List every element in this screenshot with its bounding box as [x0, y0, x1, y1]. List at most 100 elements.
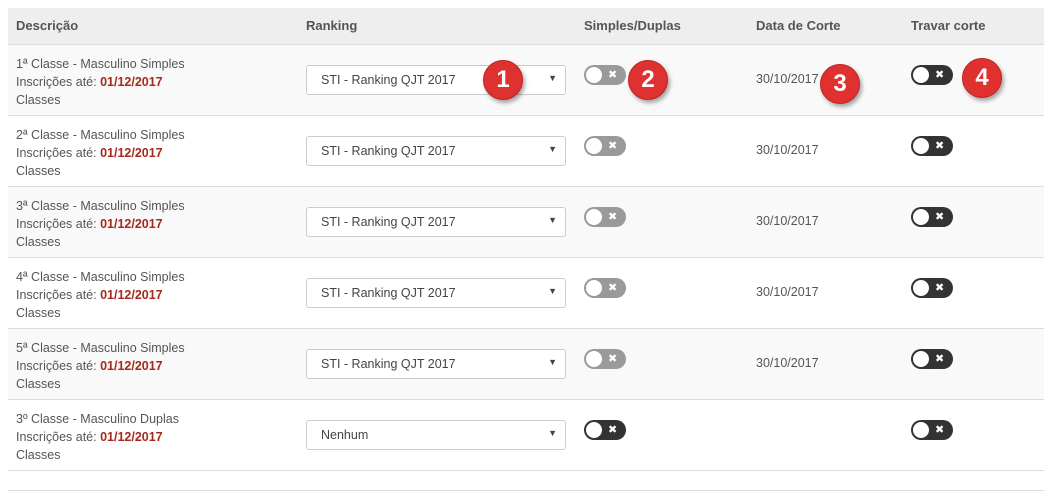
table-row: 2ª Classe - Masculino Simples Inscrições…: [8, 116, 1044, 187]
data-corte: 30/10/2017: [756, 285, 819, 299]
data-corte: 30/10/2017: [756, 72, 819, 86]
ranking-selected-value: STI - Ranking QJT 2017: [321, 357, 456, 371]
simples-duplas-toggle[interactable]: ✖: [584, 349, 626, 369]
caret-down-icon: ▼: [548, 357, 557, 367]
inscricoes-label: Inscrições até:: [16, 359, 97, 373]
row-description: 1ª Classe - Masculino Simples Inscrições…: [16, 55, 185, 109]
annotation-badge-4: 4: [962, 58, 1002, 98]
classe-name: 3º Classe - Masculino Duplas: [16, 412, 179, 426]
categoria: Classes: [16, 93, 61, 107]
ranking-select[interactable]: STI - Ranking QJT 2017 ▼: [306, 349, 566, 379]
inscricoes-label: Inscrições até:: [16, 430, 97, 444]
ranking-select[interactable]: Nenhum ▼: [306, 420, 566, 450]
table-row: 1ª Classe - Masculino Simples Inscrições…: [8, 45, 1044, 116]
inscricoes-line: Inscrições até: 01/12/2017: [16, 286, 185, 304]
ranking-select[interactable]: STI - Ranking QJT 2017 ▼: [306, 65, 566, 95]
x-icon: ✖: [935, 211, 945, 223]
x-icon: ✖: [935, 69, 945, 81]
travar-corte-toggle[interactable]: ✖: [911, 278, 953, 298]
annotation-badge-3: 3: [820, 64, 860, 104]
x-icon: ✖: [608, 69, 618, 81]
inscricoes-date: 01/12/2017: [100, 217, 163, 231]
table-row: 5ª Classe - Masculino Simples Inscrições…: [8, 329, 1044, 400]
classe-name: 3ª Classe - Masculino Simples: [16, 199, 185, 213]
row-description: 5ª Classe - Masculino Simples Inscrições…: [16, 339, 185, 393]
inscricoes-date: 01/12/2017: [100, 146, 163, 160]
toggle-knob: [913, 67, 929, 83]
header-data-corte: Data de Corte: [756, 18, 841, 33]
travar-corte-toggle[interactable]: ✖: [911, 207, 953, 227]
annotation-badge-2: 2: [628, 60, 668, 100]
ranking-select[interactable]: STI - Ranking QJT 2017 ▼: [306, 207, 566, 237]
inscricoes-line: Inscrições até: 01/12/2017: [16, 215, 185, 233]
simples-duplas-toggle[interactable]: ✖: [584, 207, 626, 227]
ranking-selected-value: STI - Ranking QJT 2017: [321, 286, 456, 300]
x-icon: ✖: [608, 211, 618, 223]
travar-corte-toggle[interactable]: ✖: [911, 136, 953, 156]
inscricoes-line: Inscrições até: 01/12/2017: [16, 428, 179, 446]
toggle-knob: [913, 351, 929, 367]
simples-duplas-toggle[interactable]: ✖: [584, 136, 626, 156]
table-row: 4ª Classe - Masculino Simples Inscrições…: [8, 258, 1044, 329]
categoria: Classes: [16, 448, 61, 462]
toggle-knob: [913, 138, 929, 154]
table-row: 3ª Classe - Masculino Simples Inscrições…: [8, 187, 1044, 258]
divider: [8, 490, 1044, 491]
toggle-knob: [586, 67, 602, 83]
travar-corte-toggle[interactable]: ✖: [911, 65, 953, 85]
ranking-selected-value: STI - Ranking QJT 2017: [321, 73, 456, 87]
travar-corte-toggle[interactable]: ✖: [911, 420, 953, 440]
ranking-selected-value: Nenhum: [321, 428, 369, 442]
inscricoes-line: Inscrições até: 01/12/2017: [16, 357, 185, 375]
table-row: 3º Classe - Masculino Duplas Inscrições …: [8, 400, 1044, 471]
row-description: 2ª Classe - Masculino Simples Inscrições…: [16, 126, 185, 180]
simples-duplas-toggle[interactable]: ✖: [584, 65, 626, 85]
classe-name: 2ª Classe - Masculino Simples: [16, 128, 185, 142]
x-icon: ✖: [608, 282, 618, 294]
toggle-knob: [586, 422, 602, 438]
row-description: 3º Classe - Masculino Duplas Inscrições …: [16, 410, 179, 464]
inscricoes-date: 01/12/2017: [100, 288, 163, 302]
header-ranking: Ranking: [306, 18, 358, 33]
x-icon: ✖: [935, 424, 945, 436]
caret-down-icon: ▼: [548, 73, 557, 83]
header-travar-corte: Travar corte: [911, 18, 986, 33]
caret-down-icon: ▼: [548, 428, 557, 438]
inscricoes-label: Inscrições até:: [16, 288, 97, 302]
ranking-selected-value: STI - Ranking QJT 2017: [321, 215, 456, 229]
toggle-knob: [586, 280, 602, 296]
header-descricao: Descrição: [16, 18, 79, 33]
ranking-select[interactable]: STI - Ranking QJT 2017 ▼: [306, 278, 566, 308]
classes-table: Descrição Ranking Simples/Duplas Data de…: [8, 8, 1044, 471]
caret-down-icon: ▼: [548, 286, 557, 296]
categoria: Classes: [16, 306, 61, 320]
classe-name: 5ª Classe - Masculino Simples: [16, 341, 185, 355]
categoria: Classes: [16, 164, 61, 178]
inscricoes-line: Inscrições até: 01/12/2017: [16, 144, 185, 162]
inscricoes-line: Inscrições até: 01/12/2017: [16, 73, 185, 91]
annotation-badge-1: 1: [483, 60, 523, 100]
simples-duplas-toggle[interactable]: ✖: [584, 278, 626, 298]
simples-duplas-toggle[interactable]: ✖: [584, 420, 626, 440]
x-icon: ✖: [608, 424, 618, 436]
x-icon: ✖: [608, 353, 618, 365]
inscricoes-date: 01/12/2017: [100, 359, 163, 373]
ranking-selected-value: STI - Ranking QJT 2017: [321, 144, 456, 158]
data-corte: 30/10/2017: [756, 143, 819, 157]
inscricoes-date: 01/12/2017: [100, 75, 163, 89]
x-icon: ✖: [935, 140, 945, 152]
ranking-select[interactable]: STI - Ranking QJT 2017 ▼: [306, 136, 566, 166]
categoria: Classes: [16, 377, 61, 391]
row-description: 4ª Classe - Masculino Simples Inscrições…: [16, 268, 185, 322]
caret-down-icon: ▼: [548, 215, 557, 225]
classe-name: 1ª Classe - Masculino Simples: [16, 57, 185, 71]
toggle-knob: [586, 138, 602, 154]
toggle-knob: [913, 422, 929, 438]
data-corte: 30/10/2017: [756, 356, 819, 370]
x-icon: ✖: [935, 353, 945, 365]
toggle-knob: [913, 209, 929, 225]
toggle-knob: [913, 280, 929, 296]
travar-corte-toggle[interactable]: ✖: [911, 349, 953, 369]
row-description: 3ª Classe - Masculino Simples Inscrições…: [16, 197, 185, 251]
categoria: Classes: [16, 235, 61, 249]
